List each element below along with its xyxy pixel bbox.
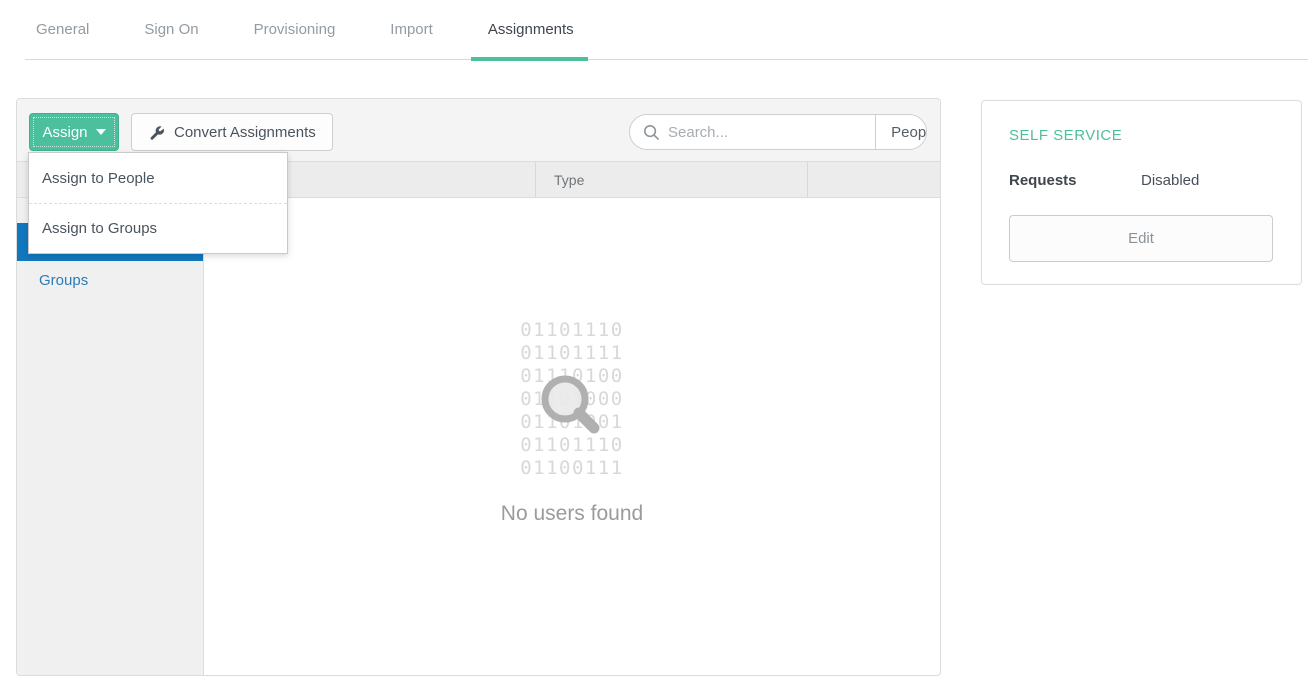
tab-import[interactable]: Import [390,0,433,59]
binary-art: 01101110 01101111 01110100 01101000 0110… [520,319,624,480]
filter-sidebar: People Groups [17,198,204,675]
search-filter-dropdown[interactable]: People [875,115,927,149]
edit-button[interactable]: Edit [1009,215,1273,262]
magnifier-icon [539,373,609,443]
assign-button-label: Assign [42,124,87,141]
self-service-title: SELF SERVICE [1009,127,1122,144]
tabs-divider [25,59,1308,60]
column-header-actions [807,162,940,197]
binary-line: 01101111 [520,342,624,365]
caret-down-icon [96,129,106,135]
menu-item-assign-to-people[interactable]: Assign to People [29,153,287,203]
app-assignments-page: General Sign On Provisioning Import Assi… [0,0,1312,686]
search-filter-value: People [891,124,927,141]
search-zone [630,115,875,149]
tab-general[interactable]: General [36,0,89,59]
tab-provisioning[interactable]: Provisioning [254,0,336,59]
assign-dropdown-menu: Assign to People Assign to Groups [28,152,288,254]
menu-item-assign-to-groups[interactable]: Assign to Groups [29,203,287,253]
search-pill: People [629,114,927,150]
table-content: 01101110 01101111 01110100 01101000 0110… [204,198,940,675]
tab-bar: General Sign On Provisioning Import Assi… [36,0,629,59]
binary-line: 01101110 [520,319,624,342]
empty-state-message: No users found [204,502,940,526]
search-input[interactable] [660,124,875,141]
requests-status: Disabled [1141,172,1199,189]
column-header-type: Type [535,162,807,197]
requests-row: Requests Disabled [1009,172,1199,189]
wrench-icon [148,124,165,141]
assign-button[interactable]: Assign [29,113,119,151]
search-icon [643,124,660,141]
sidebar-item-groups[interactable]: Groups [17,261,203,299]
convert-assignments-label: Convert Assignments [174,124,316,141]
empty-state: 01101110 01101111 01110100 01101000 0110… [204,198,940,526]
panel-body: People Groups 01101110 01101111 01110100… [17,198,940,675]
self-service-panel: SELF SERVICE Requests Disabled Edit [981,100,1302,285]
tab-assignments[interactable]: Assignments [488,0,574,59]
tab-sign-on[interactable]: Sign On [144,0,198,59]
requests-label: Requests [1009,172,1141,189]
binary-line: 01100111 [520,457,624,480]
convert-assignments-button[interactable]: Convert Assignments [131,113,333,151]
